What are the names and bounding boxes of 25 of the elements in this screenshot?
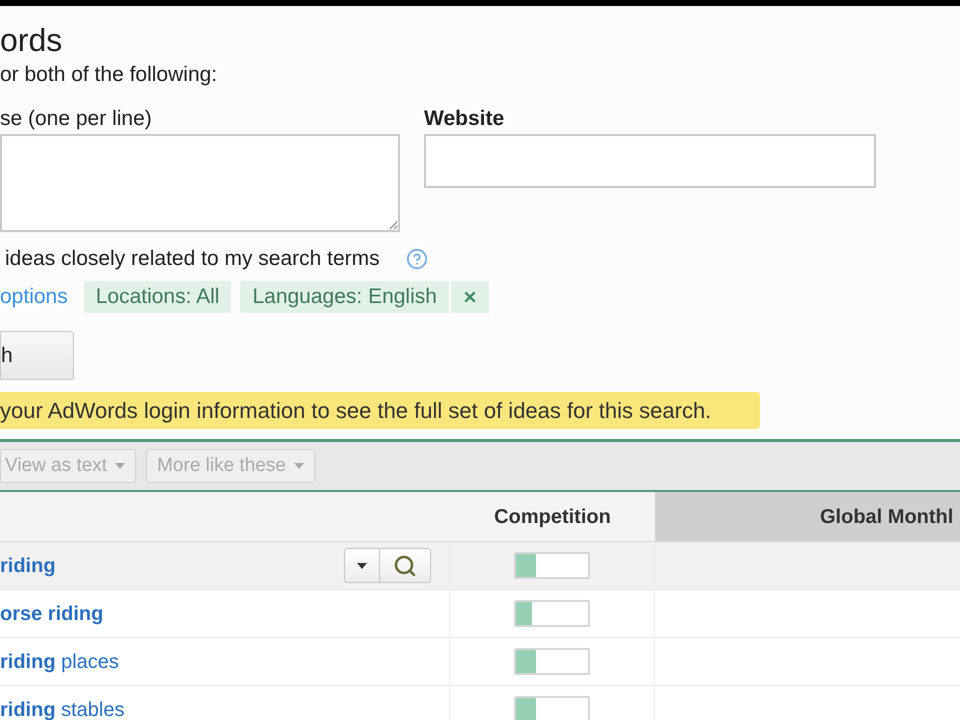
keyword-link[interactable]: riding places bbox=[0, 650, 119, 674]
search-button[interactable]: h bbox=[0, 331, 74, 380]
clear-filters-button[interactable] bbox=[450, 281, 489, 313]
keywords-field[interactable] bbox=[0, 134, 400, 232]
login-notice: your AdWords login information to see the full set of ideas for this search. bbox=[0, 392, 760, 429]
search-button[interactable] bbox=[380, 548, 431, 583]
options-link[interactable]: options bbox=[0, 285, 68, 309]
caret-icon bbox=[294, 463, 304, 469]
search-icon bbox=[393, 554, 417, 578]
website-field[interactable] bbox=[424, 134, 876, 188]
filter-tag[interactable]: Languages: English bbox=[240, 281, 449, 313]
filter-tag[interactable]: Locations: All bbox=[84, 281, 232, 313]
keyword-link[interactable]: orse riding bbox=[0, 602, 104, 626]
keywords-label: se (one per line) bbox=[0, 107, 152, 131]
page-title: ords bbox=[0, 23, 62, 57]
row-menu-button[interactable] bbox=[344, 548, 380, 583]
instruction-text: or both of the following: bbox=[0, 63, 218, 87]
website-label: Website bbox=[424, 107, 504, 131]
column-header[interactable]: Global Monthl bbox=[655, 492, 960, 541]
caret-icon bbox=[357, 562, 367, 568]
help-icon[interactable] bbox=[406, 248, 428, 270]
keyword-link[interactable]: riding bbox=[0, 554, 56, 578]
keyword-link[interactable]: riding stables bbox=[0, 698, 124, 720]
caret-icon bbox=[115, 463, 126, 469]
related-ideas-label: ideas closely related to my search terms bbox=[4, 247, 381, 271]
